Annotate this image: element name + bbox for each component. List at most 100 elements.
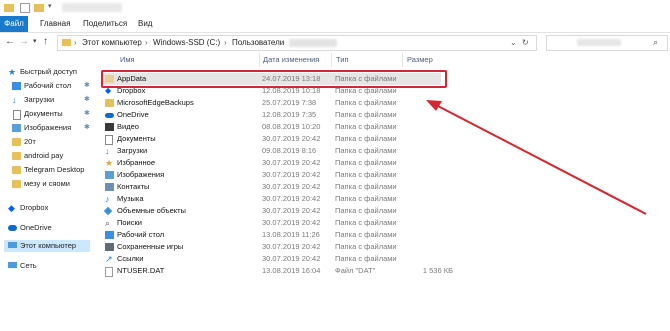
folder-icon [12,166,21,174]
new-folder-icon[interactable] [34,4,44,12]
search-folder-icon: ⌕ [105,218,111,228]
saved-games-icon [105,243,114,251]
sidebar-item-meizu-xiaomi[interactable]: мезу и сяоми [4,178,90,190]
favorites-icon: ★ [105,158,114,168]
folder-icon [12,138,21,146]
search-input[interactable]: ⌕ [546,35,668,51]
ribbon: Файл Главная Поделиться Вид [0,16,670,33]
recent-dropdown-button[interactable]: ▾ [33,36,37,48]
chevron-right-icon: › [224,38,227,47]
sidebar-item-dropbox[interactable]: ◆ Dropbox [4,202,90,214]
tab-file[interactable]: Файл [0,16,28,32]
navigation-pane: ★ Быстрый доступ Рабочий стол ✱ ↓ Загруз… [0,58,92,331]
breadcrumb-drive[interactable]: Windows-SSD (C:) [153,38,220,48]
table-row-links[interactable]: ↗ Ссылки 30.07.2019 20:42 Папка с файлам… [101,253,441,265]
documents-icon [105,135,113,145]
contacts-icon [105,183,114,191]
desktop-icon [12,82,21,90]
chevron-right-icon: › [74,38,77,47]
table-row-saved-games[interactable]: Сохраненные игры 30.07.2019 20:42 Папка … [101,241,441,253]
pictures-icon [105,171,114,179]
chevron-right-icon: › [282,38,285,47]
sidebar-item-network[interactable]: Сеть [4,260,90,272]
breadcrumb-this-pc[interactable]: Этот компьютер [82,38,142,48]
sidebar-item-desktop[interactable]: Рабочий стол ✱ [4,80,90,92]
table-row-pictures[interactable]: Изображения 30.07.2019 20:42 Папка с фай… [101,169,441,181]
pin-icon[interactable]: ✱ [84,80,90,92]
sidebar-item-quick-access[interactable]: ★ Быстрый доступ [4,66,90,78]
pin-icon[interactable]: ✱ [84,122,90,134]
desktop-icon [105,231,114,239]
column-header-size[interactable]: Размер [407,55,433,65]
column-header-type[interactable]: Тип [336,55,349,65]
table-row-music[interactable]: ♪ Музыка 30.07.2019 20:42 Папка с файлам… [101,193,441,205]
chevron-down-icon[interactable]: ⌄ [510,38,517,48]
title-bar: ▾ [0,0,670,16]
window-title [62,3,122,12]
chevron-right-icon: › [145,38,148,47]
column-header-date[interactable]: Дата изменения [263,55,319,65]
tab-home[interactable]: Главная [40,16,70,32]
table-row-video[interactable]: Видео 08.08.2019 10:20 Папка с файлами [101,121,441,133]
table-row-edge-backups[interactable]: MicrosoftEdgeBackups 25.07.2019 7:38 Пап… [101,97,441,109]
properties-icon[interactable] [20,3,30,13]
folder-icon [105,99,114,107]
sidebar-item-downloads[interactable]: ↓ Загрузки ✱ [4,94,90,106]
forward-button[interactable]: → [19,36,29,48]
folder-icon [12,152,21,160]
table-row-documents[interactable]: Документы 30.07.2019 20:42 Папка с файла… [101,133,441,145]
highlight-box [101,70,447,88]
table-row-favorites[interactable]: ★ Избранное 30.07.2019 20:42 Папка с фай… [101,157,441,169]
table-row-downloads[interactable]: ↓ Загрузки 09.08.2019 8:16 Папка с файла… [101,145,441,157]
video-icon [105,123,114,131]
column-separator[interactable] [331,53,332,67]
column-separator[interactable] [402,53,403,67]
breadcrumb-users[interactable]: Пользователи [232,38,284,48]
column-separator[interactable] [259,53,260,67]
music-icon: ♪ [105,194,110,204]
star-icon: ★ [8,67,17,77]
table-row-ntuser-dat[interactable]: NTUSER.DAT 13.08.2019 16:04 Файл "DAT" 1… [101,265,453,277]
documents-icon [13,110,21,120]
tab-share[interactable]: Поделиться [83,16,127,32]
search-placeholder-blurred [577,39,621,46]
download-icon: ↓ [105,146,110,156]
download-icon: ↓ [12,95,17,105]
folder-icon [62,39,71,46]
breadcrumb-user-blurred[interactable] [289,39,337,47]
network-icon [8,262,17,268]
links-icon: ↗ [105,254,113,264]
refresh-icon[interactable]: ↻ [522,38,529,48]
onedrive-icon [105,113,114,118]
sidebar-item-telegram-desktop[interactable]: Telegram Desktop [4,164,90,176]
file-icon [105,267,113,277]
address-bar[interactable]: › Этот компьютер › Windows-SSD (C:) › По… [57,35,537,51]
sidebar-item-this-pc[interactable]: Этот компьютер [4,240,90,252]
table-row-onedrive[interactable]: OneDrive 12.08.2019 7:35 Папка с файлами [101,109,441,121]
chevron-down-icon[interactable]: ▾ [48,2,58,12]
back-button[interactable]: ← [5,36,15,48]
table-row-desktop[interactable]: Рабочий стол 13.08.2019 11:26 Папка с фа… [101,229,441,241]
search-icon: ⌕ [653,37,659,47]
file-list: Имя Дата изменения Тип Размер AppData 24… [97,51,670,331]
table-row-contacts[interactable]: Контакты 30.07.2019 20:42 Папка с файлам… [101,181,441,193]
pin-icon[interactable]: ✱ [84,94,90,106]
computer-icon [8,242,17,248]
folder-icon [4,4,14,12]
address-row: ← → ▾ ↑ › Этот компьютер › Windows-SSD (… [0,33,670,51]
folder-icon [12,180,21,188]
sidebar-item-pictures[interactable]: Изображения ✱ [4,122,90,134]
table-row-3d-objects[interactable]: Объемные объекты 30.07.2019 20:42 Папка … [101,205,441,217]
sidebar-item-20t[interactable]: 20т [4,136,90,148]
sidebar-item-onedrive[interactable]: OneDrive [4,222,90,234]
sidebar-item-android-pay[interactable]: android pay [4,150,90,162]
tab-view[interactable]: Вид [138,16,152,32]
up-button[interactable]: ↑ [43,36,48,48]
dropbox-icon: ◆ [8,203,15,213]
pin-icon[interactable]: ✱ [84,108,90,120]
sidebar-item-documents[interactable]: Документы ✱ [4,108,90,120]
table-row-searches[interactable]: ⌕ Поиски 30.07.2019 20:42 Папка с файлам… [101,217,441,229]
pictures-icon [12,124,21,132]
column-header-name[interactable]: Имя [120,55,135,65]
onedrive-icon [8,225,17,231]
